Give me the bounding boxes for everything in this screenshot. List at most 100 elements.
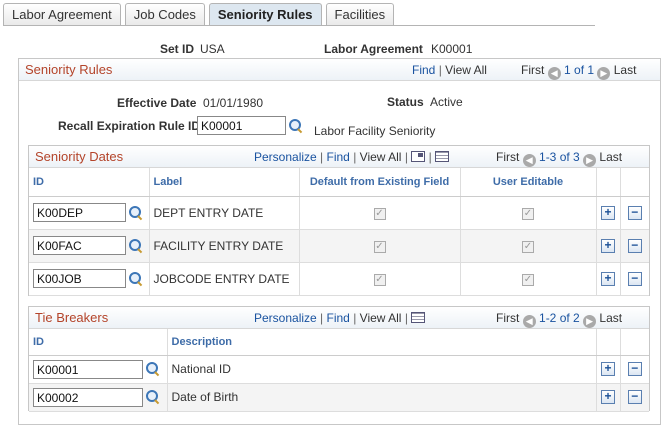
tie-breakers-group: Tie Breakers Personalize | Find | View A… (28, 306, 650, 412)
lookup-icon[interactable] (145, 389, 161, 405)
delete-row-icon[interactable]: − (627, 238, 642, 253)
delete-row-icon[interactable]: − (627, 205, 642, 220)
recall-expiration-field: K00001 (197, 116, 304, 135)
seniority-rules-header: Seniority Rules Find | View All First ◀ … (19, 59, 660, 81)
col-default: Default from Existing Field (298, 168, 460, 197)
first-label: First (496, 311, 520, 325)
find-link[interactable]: Find (412, 63, 435, 77)
table-header-row: ID Label Default from Existing Field Use… (29, 168, 649, 197)
first-label: First (521, 63, 545, 77)
recall-expiration-label: Recall Expiration Rule ID (58, 119, 201, 133)
seniority-dates-group: Seniority Dates Personalize | Find | Vie… (28, 145, 650, 296)
table-row: K00FAC FACILITY ENTRY DATE ✓ ✓ + − (29, 229, 649, 263)
labor-agreement-label: Labor Agreement (324, 42, 423, 56)
row-description: National ID (166, 355, 596, 384)
tie-breakers-table: ID Description K00001 National ID + − K0… (29, 329, 649, 412)
col-id: ID (29, 168, 149, 197)
find-link[interactable]: Find (327, 150, 350, 164)
prev-icon[interactable]: ◀ (522, 315, 536, 328)
table-row: K00002 Date of Birth + − (29, 383, 649, 412)
seniority-dates-table: ID Label Default from Existing Field Use… (29, 168, 649, 296)
id-input[interactable]: K00002 (33, 387, 143, 407)
delete-row-icon[interactable]: − (627, 362, 642, 377)
prev-icon[interactable]: ◀ (522, 154, 536, 167)
row-label: FACILITY ENTRY DATE (148, 229, 299, 263)
tab-facilities[interactable]: Facilities (325, 3, 395, 26)
last-label: Last (613, 63, 637, 77)
personalize-link[interactable]: Personalize (254, 311, 317, 325)
col-editable: User Editable (459, 168, 596, 197)
prev-icon[interactable]: ◀ (547, 67, 561, 80)
setid-value: USA (200, 42, 225, 56)
effective-date-label: Effective Date (117, 96, 197, 110)
seniority-rules-nav: Find | View All (412, 63, 487, 77)
status-label: Status (387, 95, 424, 109)
editable-checkbox[interactable]: ✓ (522, 241, 534, 253)
row-description: Date of Birth (166, 383, 596, 412)
next-icon[interactable]: ▶ (597, 67, 611, 80)
tie-breakers-nav: Personalize | Find | View All | (254, 311, 426, 325)
range-text: 1-2 of 2 (539, 311, 580, 325)
effective-date-value: 01/01/1980 (203, 96, 264, 110)
tab-seniority-rules[interactable]: Seniority Rules (208, 3, 322, 26)
next-icon[interactable]: ▶ (583, 154, 597, 167)
editable-checkbox[interactable]: ✓ (522, 274, 534, 286)
tie-breakers-pager: First ◀ 1-2 of 2 ▶ Last (496, 311, 622, 328)
seniority-dates-nav: Personalize | Find | View All | | (254, 150, 450, 164)
id-input[interactable]: K00JOB (33, 269, 126, 288)
delete-row-icon[interactable]: − (627, 271, 642, 286)
tie-breakers-title: Tie Breakers (35, 310, 109, 325)
delete-row-icon[interactable]: − (627, 390, 642, 405)
next-icon[interactable]: ▶ (583, 315, 597, 328)
lookup-icon[interactable] (128, 205, 144, 221)
table-header-row: ID Description (29, 329, 649, 356)
tab-job-codes[interactable]: Job Codes (124, 3, 205, 26)
lookup-icon[interactable] (128, 238, 144, 254)
first-label: First (496, 150, 520, 164)
view-all-link[interactable]: View All (360, 311, 402, 325)
last-label: Last (599, 150, 623, 164)
default-checkbox[interactable]: ✓ (373, 241, 386, 253)
lookup-icon[interactable] (288, 118, 304, 134)
table-row: K00JOB JOBCODE ENTRY DATE ✓ ✓ + − (29, 262, 649, 296)
add-row-icon[interactable]: + (601, 362, 615, 377)
default-checkbox[interactable]: ✓ (373, 274, 386, 286)
recall-expiration-description: Labor Facility Seniority (314, 124, 436, 138)
find-link[interactable]: Find (327, 311, 350, 325)
col-id: ID (29, 329, 167, 356)
editable-checkbox[interactable]: ✓ (522, 208, 534, 220)
download-grid-icon[interactable] (411, 312, 426, 323)
range-text: 1-3 of 3 (539, 150, 580, 164)
seniority-dates-title: Seniority Dates (35, 149, 124, 164)
status-value: Active (430, 95, 463, 109)
lookup-icon[interactable] (145, 361, 161, 377)
tab-labor-agreement[interactable]: Labor Agreement (3, 3, 121, 26)
tie-breakers-header: Tie Breakers Personalize | Find | View A… (29, 307, 649, 329)
seniority-dates-pager: First ◀ 1-3 of 3 ▶ Last (496, 150, 622, 167)
download-grid-icon[interactable] (435, 151, 450, 162)
add-row-icon[interactable]: + (601, 205, 615, 220)
table-row: K00DEP DEPT ENTRY DATE ✓ ✓ + − (29, 196, 649, 230)
row-label: JOBCODE ENTRY DATE (148, 262, 299, 296)
seniority-rules-title: Seniority Rules (25, 62, 113, 77)
id-input[interactable]: K00FAC (33, 236, 126, 255)
default-checkbox[interactable]: ✓ (373, 208, 386, 220)
range-text: 1 of 1 (564, 63, 595, 77)
setid-label: Set ID (160, 42, 195, 56)
seniority-dates-header: Seniority Dates Personalize | Find | Vie… (29, 146, 649, 168)
recall-expiration-input[interactable]: K00001 (197, 116, 286, 135)
add-row-icon[interactable]: + (601, 390, 615, 405)
zoom-icon[interactable] (411, 151, 426, 162)
personalize-link[interactable]: Personalize (254, 150, 317, 164)
add-row-icon[interactable]: + (601, 238, 615, 253)
view-all-link[interactable]: View All (445, 63, 487, 77)
tab-divider (3, 25, 595, 26)
add-row-icon[interactable]: + (601, 271, 615, 286)
view-all-link[interactable]: View All (360, 150, 402, 164)
last-label: Last (599, 311, 623, 325)
lookup-icon[interactable] (128, 271, 144, 287)
id-input[interactable]: K00DEP (33, 203, 126, 222)
row-label: DEPT ENTRY DATE (148, 196, 299, 230)
id-input[interactable]: K00001 (33, 359, 143, 379)
seniority-rules-pager: First ◀ 1 of 1 ▶ Last (521, 63, 636, 80)
